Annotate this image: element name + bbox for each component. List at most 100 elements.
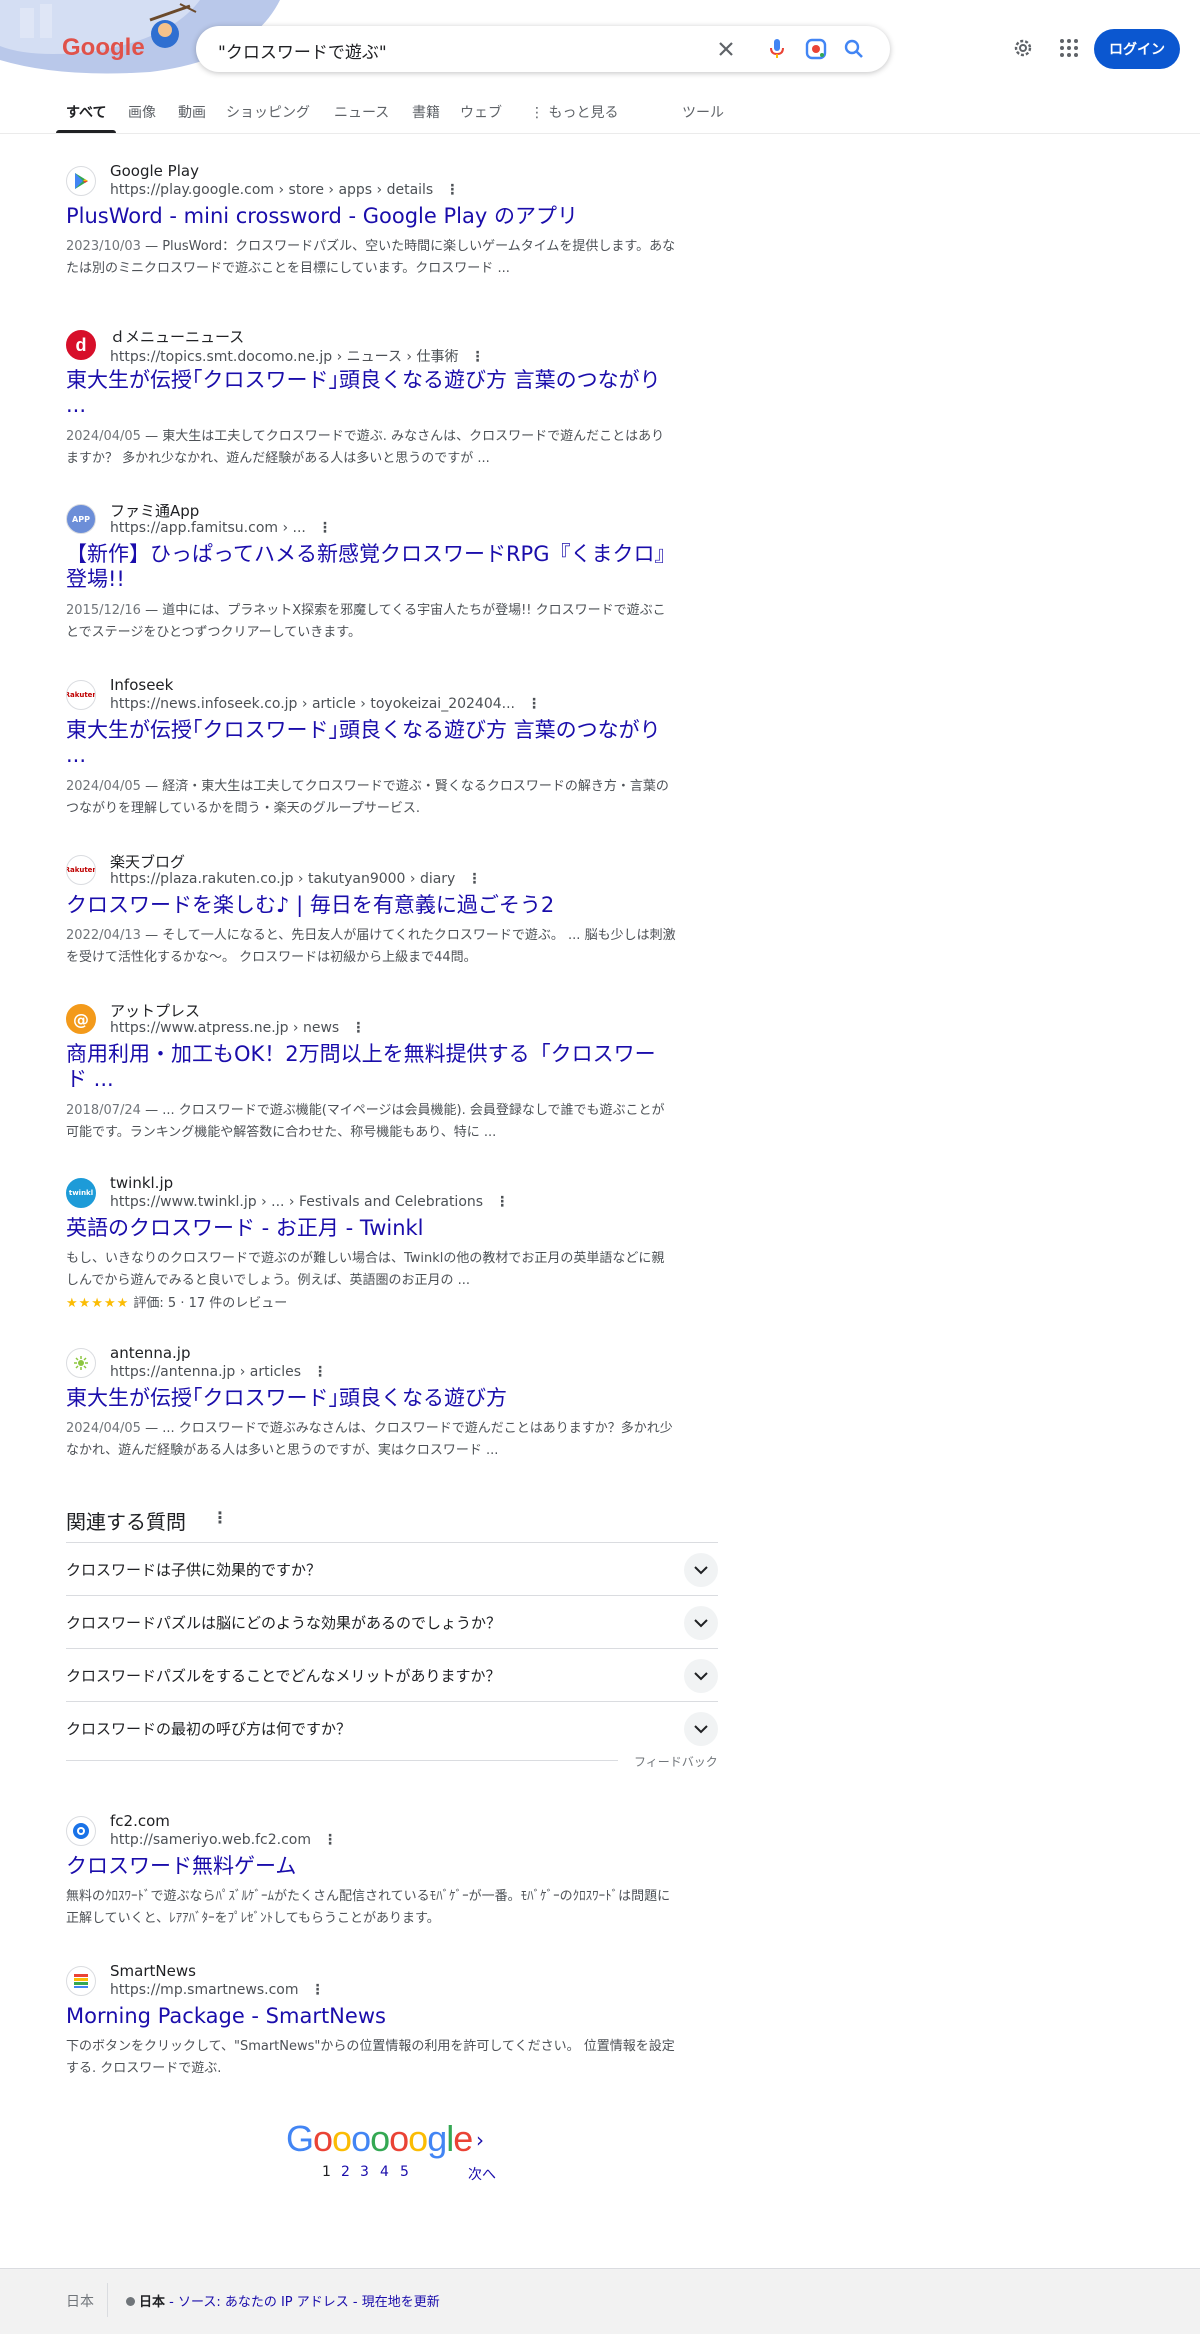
result-title-link[interactable]: PlusWord - mini crossword - Google Play … [66, 204, 676, 229]
result-title-link[interactable]: Morning Package - SmartNews [66, 2004, 676, 2029]
more-options-icon[interactable]: ⋮ [470, 349, 484, 365]
logo-letter: g [427, 2118, 447, 2159]
search-box[interactable]: "クロスワードで遊ぶ" [196, 26, 890, 72]
page-number-link[interactable]: 2 [341, 2164, 350, 2180]
result-url[interactable]: https://app.famitsu.com › ... ⋮ [110, 520, 332, 536]
logo-letter: G [286, 2118, 314, 2159]
search-icon[interactable] [840, 35, 868, 63]
result-snippet: 2022/04/13 — そして一人になると、先日友人が届けてくれたクロスワード… [66, 928, 676, 965]
page-number-link[interactable]: 4 [380, 2164, 389, 2180]
result-url[interactable]: https://mp.smartnews.com ⋮ [110, 1982, 325, 1998]
question-text: クロスワードは子供に効果的ですか？ [66, 1561, 322, 1579]
more-options-icon[interactable]: ⋮ [212, 1508, 228, 1527]
result-date: 2024/04/05 [66, 429, 141, 444]
tab-web[interactable]: ウェブ [460, 102, 502, 122]
chevron-down-icon[interactable] [684, 1553, 718, 1587]
result-site-name: Infoseek [110, 676, 174, 694]
more-options-icon[interactable]: ⋮ [527, 696, 541, 712]
more-options-icon[interactable]: ⋮ [445, 182, 459, 198]
update-location-link[interactable]: - 現在地を更新 [349, 2295, 440, 2310]
related-question[interactable]: クロスワードパズルは脳にどのような効果があるのでしょうか？ [66, 1595, 718, 1648]
logo-text: Google [62, 34, 145, 61]
result-url[interactable]: https://antenna.jp › articles ⋮ [110, 1364, 327, 1380]
tab-books[interactable]: 書籍 [412, 102, 440, 122]
atpress-icon: @ [66, 1004, 96, 1034]
result-title-link[interactable]: クロスワード無料ゲーム [66, 1854, 676, 1879]
result-url[interactable]: http://sameriyo.web.fc2.com ⋮ [110, 1832, 337, 1848]
result-title-link[interactable]: クロスワードを楽しむ♪ | 毎日を有意義に過ごそう2 [66, 893, 676, 918]
tab-all[interactable]: すべて [66, 102, 106, 122]
page-number-link[interactable]: 5 [400, 2164, 409, 2180]
tab-more-label: もっと見る [548, 105, 619, 121]
logo-letter: o [389, 2118, 409, 2159]
more-options-icon[interactable]: ⋮ [467, 871, 481, 887]
result-title-link[interactable]: 東大生が伝授｢クロスワード｣頭良くなる遊び方 言葉のつながり ... [66, 368, 676, 418]
result-url[interactable]: https://www.twinkl.jp › ... › Festivals … [110, 1194, 509, 1210]
page-number-link[interactable]: 3 [360, 2164, 369, 2180]
lens-icon[interactable] [802, 35, 830, 63]
feedback-link[interactable]: フィードバック [634, 1753, 718, 1770]
result-title-link[interactable]: 【新作】ひっぱってハメる新感覚クロスワードRPG『くまクロ』登場!! [66, 542, 676, 592]
tab-news[interactable]: ニュース [334, 102, 389, 122]
related-question[interactable]: クロスワードは子供に効果的ですか？ [66, 1542, 718, 1595]
page-number-current: 1 [322, 2164, 331, 2180]
divider [66, 1760, 618, 1761]
tabs-divider [0, 133, 1200, 134]
login-button[interactable]: ログイン [1094, 29, 1180, 69]
result-url[interactable]: https://play.google.com › store › apps ›… [110, 182, 459, 198]
docomo-d-icon: d [66, 330, 96, 360]
result-site-name: ｄメニューニュース [110, 328, 245, 346]
result-url[interactable]: https://www.atpress.ne.jp › news ⋮ [110, 1020, 365, 1036]
result-snippet: 2018/07/24 — ... クロスワードで遊ぶ機能(マイページは会員機能)… [66, 1103, 665, 1140]
rakuten-blog-icon: Rakuten [66, 855, 96, 885]
search-result: @ アットプレス https://www.atpress.ne.jp › new… [66, 1000, 666, 1150]
settings-gear-icon[interactable] [1009, 34, 1037, 62]
search-input[interactable]: "クロスワードで遊ぶ" [218, 38, 387, 63]
tab-more[interactable]: ⋮ もっと見る [530, 102, 618, 122]
result-snippet: 2024/04/05 — ... クロスワードで遊ぶみなさんは、クロスワードで遊… [66, 1421, 673, 1458]
result-title-link[interactable]: 東大生が伝授｢クロスワード｣頭良くなる遊び方 言葉のつながり ... [66, 718, 676, 768]
more-options-icon[interactable]: ⋮ [313, 1364, 327, 1380]
logo-letter: o [351, 2118, 371, 2159]
more-options-icon[interactable]: ⋮ [318, 520, 332, 536]
more-options-icon[interactable]: ⋮ [495, 1194, 509, 1210]
tab-tools[interactable]: ツール [682, 102, 724, 122]
logo-letter: o [370, 2118, 390, 2159]
tab-shopping[interactable]: ショッピング [226, 102, 310, 122]
chevron-down-icon[interactable] [684, 1659, 718, 1693]
result-title-link[interactable]: 東大生が伝授｢クロスワード｣頭良くなる遊び方 [66, 1386, 676, 1411]
search-result: Rakuten Infoseek https://news.infoseek.c… [66, 676, 669, 826]
chevron-down-icon[interactable] [684, 1606, 718, 1640]
logo-letter: o [313, 2118, 333, 2159]
tab-videos[interactable]: 動画 [178, 102, 206, 122]
search-result: APP ファミ通App https://app.famitsu.com › ..… [66, 500, 675, 650]
result-snippet: 2024/04/05 — 東大生は工夫してクロスワードで遊ぶ. みなさんは、クロ… [66, 429, 665, 466]
globe-icon [66, 1816, 96, 1846]
question-text: クロスワードの最初の呼び方は何ですか？ [66, 1720, 352, 1738]
result-date: 2022/04/13 [66, 928, 141, 943]
microphone-icon[interactable] [763, 35, 791, 63]
tab-images[interactable]: 画像 [128, 102, 156, 122]
result-url[interactable]: https://news.infoseek.co.jp › article › … [110, 696, 541, 712]
related-question[interactable]: クロスワードパズルをすることでどんなメリットがありますか？ [66, 1648, 718, 1701]
result-site-name: 楽天ブログ [110, 853, 186, 871]
result-url[interactable]: https://topics.smt.docomo.ne.jp › ニュース ›… [110, 346, 484, 366]
result-url[interactable]: https://plaza.rakuten.co.jp › takutyan90… [110, 871, 481, 887]
chevron-right-icon[interactable]: › [476, 2128, 484, 2152]
result-date: 2018/07/24 [66, 1103, 141, 1118]
related-question[interactable]: クロスワードの最初の呼び方は何ですか？ [66, 1701, 718, 1754]
result-snippet: 2024/04/05 — 経済・東大生は工夫してクロスワードで遊ぶ・賢くなるクロ… [66, 779, 669, 816]
result-title-link[interactable]: 商用利用・加工もOK！2万問以上を無料提供する「クロスワード ... [66, 1042, 676, 1092]
famitsu-app-icon: APP [66, 504, 96, 534]
more-options-icon[interactable]: ⋮ [351, 1020, 365, 1036]
pagination-logo: Goooooogle [286, 2118, 473, 2160]
result-title-link[interactable]: 英語のクロスワード - お正月 - Twinkl [66, 1216, 676, 1241]
clear-icon[interactable] [712, 35, 740, 63]
next-page-link[interactable]: 次へ [468, 2164, 496, 2184]
apps-grid-icon[interactable] [1055, 34, 1083, 62]
search-result: Google Play https://play.google.com › st… [66, 162, 675, 282]
more-options-icon[interactable]: ⋮ [311, 1982, 325, 1998]
location-source: - ソース: あなたの IP アドレス [165, 2295, 349, 2310]
more-options-icon[interactable]: ⋮ [323, 1832, 337, 1848]
chevron-down-icon[interactable] [684, 1712, 718, 1746]
